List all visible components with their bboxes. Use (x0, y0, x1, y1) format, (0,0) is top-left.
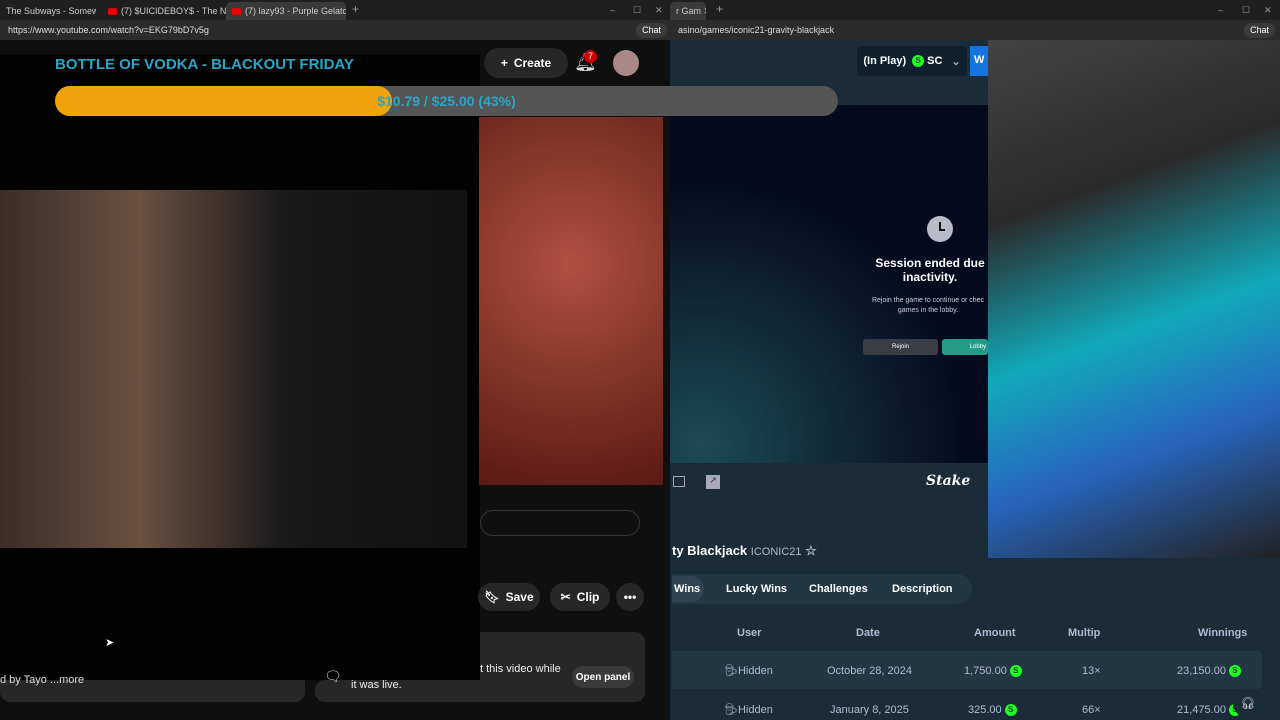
bookmark-icon: 🔖︎ (484, 590, 500, 604)
winnings-cell: 21,475.00S (1177, 704, 1241, 717)
date-cell: January 8, 2025 (830, 704, 909, 716)
maximize-button[interactable]: ☐ (1242, 5, 1250, 16)
tab[interactable]: The Subways - Somewhere (Offi ✕ (0, 2, 96, 20)
clip-button[interactable]: ✂ Clip (550, 583, 610, 611)
close-button[interactable]: ✕ (655, 5, 663, 16)
session-ended-title: Session ended due inactivity. (875, 256, 985, 284)
theatre-mode-icon[interactable] (673, 476, 685, 487)
streamer-webcam (988, 40, 1280, 558)
new-tab-button[interactable]: + (352, 2, 359, 16)
goal-title: BOTTLE OF VODKA - BLACKOUT FRIDAY (55, 56, 354, 73)
star-icon[interactable]: ☆ (805, 543, 817, 558)
multiplier-cell: 13× (1082, 665, 1101, 677)
goal-progress-text: $10.79 / $25.00 (43%) (377, 93, 516, 109)
right-tab-bar: r Gam ✕ + – ☐ ✕ (670, 0, 1280, 20)
tab[interactable]: (7) $UICIDEBOY$ - The Number W (102, 2, 226, 20)
copilot-chat-button[interactable]: Chat (1244, 23, 1276, 38)
amount-cell: 325.00 S (968, 704, 1017, 717)
game-area (670, 105, 988, 463)
col-date: Date (856, 627, 880, 639)
support-headset-icon[interactable]: 🎧︎ (1233, 688, 1263, 718)
left-tab-bar: The Subways - Somewhere (Offi ✕ (7) $UIC… (0, 0, 670, 20)
user-cell: 🕵︎Hidden (724, 704, 773, 716)
date-cell: October 28, 2024 (827, 665, 913, 677)
rejoin-button[interactable]: Rejoin (863, 339, 938, 355)
minimize-button[interactable]: – (610, 5, 615, 15)
lobby-button[interactable]: Lobby (942, 339, 988, 355)
col-multiplier: Multip (1068, 627, 1101, 639)
description-box[interactable]: d by Tayo ...more (0, 674, 305, 702)
goal-progress-track: $10.79 / $25.00 (43%) (55, 86, 838, 116)
chat-icon: 🗨︎ (324, 668, 342, 684)
wallet-button[interactable]: W (970, 46, 988, 76)
coin-icon: S (912, 55, 925, 67)
tab-active[interactable]: r Gam ✕ (670, 2, 706, 20)
tab-challenges[interactable]: Challenges (809, 583, 868, 595)
music-video (479, 117, 663, 485)
tab-active[interactable]: (7) lazy93 - Purple Gelato (Officia (226, 2, 346, 20)
stats-icon[interactable]: ↗ (706, 475, 720, 489)
tab-lucky-wins[interactable]: Lucky Wins (726, 583, 787, 595)
mouse-cursor: ➤ (105, 637, 115, 649)
game-title: ty Blackjack ICONIC21 ☆ (672, 543, 817, 558)
user-cell: 🕵︎Hidden (724, 665, 773, 677)
youtube-icon (232, 8, 241, 16)
right-address-bar[interactable]: asino/games/iconic21-gravity-blackjack (670, 20, 1280, 40)
close-button[interactable]: ✕ (1264, 5, 1272, 16)
create-button[interactable]: + Create (484, 48, 568, 78)
chat-replay-text: it was live. (351, 679, 402, 691)
col-amount: Amount (974, 627, 1016, 639)
session-ended-text: Rejoin the game to continue or chec games… (871, 297, 985, 314)
scissors-icon: ✂ (560, 590, 571, 604)
plus-icon: + (500, 56, 508, 70)
tab-description[interactable]: Description (892, 583, 953, 595)
new-tab-button[interactable]: + (716, 2, 723, 16)
left-address-bar[interactable]: https://www.youtube.com/watch?v=EKG79bD7… (0, 20, 670, 40)
maximize-button[interactable]: ☐ (633, 5, 641, 16)
notification-badge: 7 (584, 50, 597, 63)
youtube-icon (108, 8, 117, 16)
stake-logo: Stake (926, 473, 971, 489)
avatar[interactable] (613, 50, 639, 76)
col-user: User (737, 627, 762, 639)
balance-selector[interactable]: (In Play) S SC ⌄ (857, 46, 967, 76)
chevron-down-icon: ⌄ (951, 55, 961, 68)
minimize-button[interactable]: – (1218, 5, 1223, 15)
amount-cell: 1,750.00 S (964, 665, 1022, 678)
col-winnings: Winnings (1198, 627, 1248, 639)
multiplier-cell: 66× (1082, 704, 1101, 716)
clock-icon (927, 216, 953, 242)
comment-input[interactable] (480, 510, 640, 536)
save-button[interactable]: 🔖︎ Save (478, 583, 540, 611)
tab-wins[interactable]: Wins (674, 583, 700, 595)
more-button[interactable]: ••• (616, 583, 644, 611)
winnings-cell: 23,150.00 S (1177, 665, 1241, 678)
copilot-chat-button[interactable]: Chat (636, 23, 668, 38)
chat-replay-text: t this video while (480, 663, 561, 675)
open-panel-button[interactable]: Open panel (572, 666, 634, 688)
webcam-video (0, 190, 467, 548)
